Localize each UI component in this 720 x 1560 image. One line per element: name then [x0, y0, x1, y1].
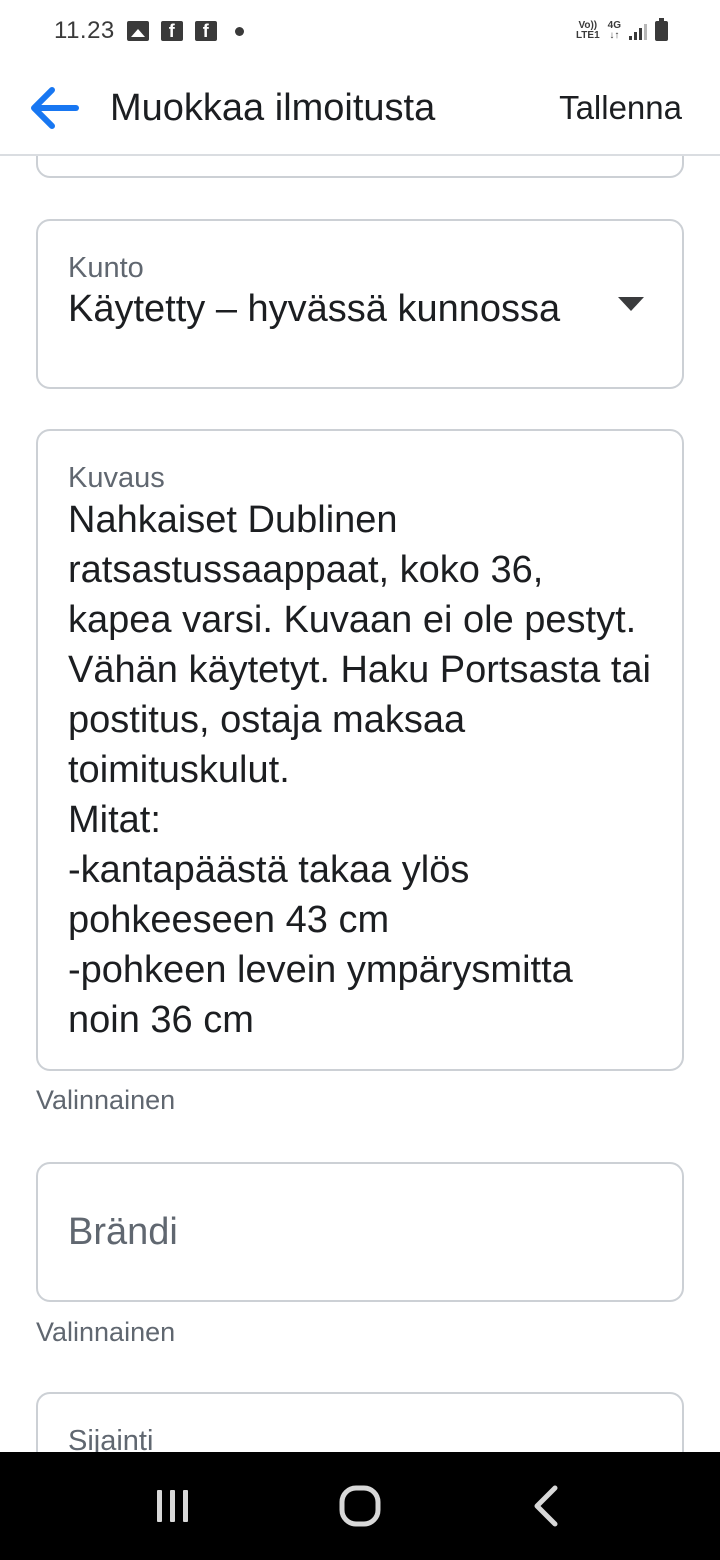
status-time: 11.23 [54, 17, 115, 44]
brand-helper-text: Valinnainen [36, 1317, 176, 1347]
more-notifications-dot-icon [234, 26, 244, 36]
dropdown-arrow-icon [618, 297, 644, 311]
status-bar: 11.23 f f Vo)) LTE1 4G ↓↑ [0, 0, 720, 62]
signal-strength-icon [629, 22, 647, 40]
brand-field[interactable]: Brändi [36, 1162, 684, 1302]
facebook-notification-icon: f [160, 21, 183, 41]
home-icon [339, 1485, 381, 1527]
battery-icon [655, 18, 668, 41]
app-bar: Muokkaa ilmoitusta Tallenna [0, 62, 720, 156]
page-title: Muokkaa ilmoitusta [110, 86, 436, 129]
network-activity: ↓↑ [609, 30, 620, 41]
location-label: Sijainti [68, 1425, 154, 1452]
volte-line-2: LTE1 [575, 30, 600, 41]
home-button[interactable] [320, 1466, 400, 1546]
facebook-notification-icon-2: f [194, 21, 217, 41]
previous-field-partial[interactable] [36, 156, 684, 178]
volte-indicator: Vo)) LTE1 [576, 21, 600, 41]
gallery-notification-icon [126, 21, 149, 41]
save-button[interactable]: Tallenna [559, 89, 682, 127]
back-button[interactable] [0, 61, 110, 155]
location-field[interactable]: Sijainti [36, 1392, 684, 1452]
back-arrow-icon [31, 87, 79, 129]
form-content[interactable]: Kunto Käytetty – hyvässä kunnossa Kuvaus… [0, 156, 720, 1452]
recent-apps-icon [157, 1490, 189, 1522]
description-label: Kuvaus [68, 462, 165, 494]
condition-label: Kunto [68, 252, 144, 284]
description-text[interactable]: Nahkaiset Dublinen ratsastussaappaat, ko… [68, 495, 654, 1045]
network-indicator: 4G ↓↑ [608, 21, 621, 41]
status-left: 11.23 f f [54, 17, 244, 45]
back-nav-button[interactable] [507, 1466, 587, 1546]
condition-dropdown[interactable]: Kunto Käytetty – hyvässä kunnossa [36, 219, 684, 389]
navigation-bar [0, 1452, 720, 1560]
condition-value: Käytetty – hyvässä kunnossa [68, 288, 561, 330]
recent-apps-button[interactable] [133, 1466, 213, 1546]
screen: 11.23 f f Vo)) LTE1 4G ↓↑ Muokkaa ilmoit… [0, 0, 720, 1560]
description-field[interactable]: Kuvaus Nahkaiset Dublinen ratsastussaapp… [36, 429, 684, 1071]
description-helper-text: Valinnainen [36, 1085, 176, 1115]
back-chevron-icon [534, 1485, 558, 1527]
brand-placeholder: Brändi [68, 1210, 178, 1253]
status-right: Vo)) LTE1 4G ↓↑ [576, 18, 668, 41]
